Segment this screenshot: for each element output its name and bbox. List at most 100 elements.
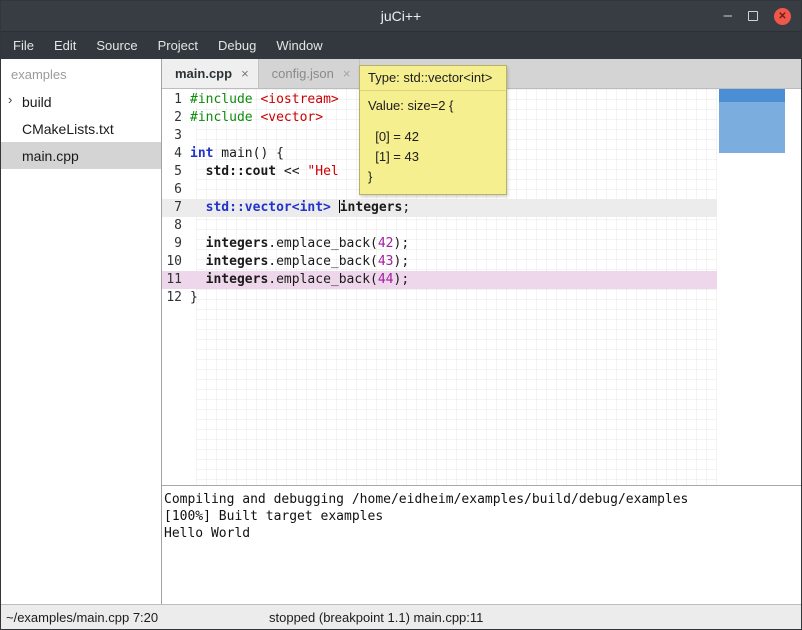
line-number[interactable]: 10 bbox=[162, 253, 190, 271]
code-text[interactable]: #include <iostream> bbox=[190, 91, 339, 109]
code-token: } bbox=[190, 290, 198, 305]
code-token: #include bbox=[190, 92, 260, 107]
code-token: .emplace_back( bbox=[268, 254, 378, 269]
menu-item-window[interactable]: Window bbox=[266, 32, 332, 60]
tab-label: main.cpp bbox=[175, 66, 232, 81]
tree-item-cmakelists.txt[interactable]: CMakeLists.txt bbox=[1, 115, 161, 142]
code-token bbox=[190, 236, 206, 251]
chevron-right-icon[interactable]: › bbox=[8, 92, 12, 107]
code-token: .emplace_back( bbox=[268, 236, 378, 251]
overview-viewport-band bbox=[719, 89, 785, 102]
code-token: <vector> bbox=[260, 110, 323, 125]
code-token bbox=[190, 254, 206, 269]
code-token: ); bbox=[394, 236, 410, 251]
code-token: ; bbox=[402, 200, 410, 215]
code-line[interactable]: 9 integers.emplace_back(42); bbox=[162, 235, 717, 253]
line-number[interactable]: 5 bbox=[162, 163, 190, 181]
tooltip-value-line: Value: size=2 { bbox=[368, 96, 498, 116]
code-text[interactable]: integers.emplace_back(44); bbox=[190, 271, 409, 289]
project-name: examples bbox=[1, 59, 161, 88]
line-number[interactable]: 8 bbox=[162, 217, 190, 235]
tab-label: config.json bbox=[272, 66, 334, 81]
code-token: .emplace_back( bbox=[268, 272, 378, 287]
line-number[interactable]: 12 bbox=[162, 289, 190, 307]
code-token: integers bbox=[206, 272, 269, 287]
code-line[interactable]: 11 integers.emplace_back(44); bbox=[162, 271, 717, 289]
code-line[interactable]: 8 bbox=[162, 217, 717, 235]
code-text[interactable]: integers.emplace_back(42); bbox=[190, 235, 409, 253]
file-tree-panel: examples › build CMakeLists.txt main.cpp bbox=[1, 59, 162, 604]
menu-item-edit[interactable]: Edit bbox=[44, 32, 86, 60]
debug-value-tooltip: Type: std::vector<int> Value: size=2 { [… bbox=[359, 65, 507, 195]
menu-item-project[interactable]: Project bbox=[148, 32, 208, 60]
code-token: "Hel bbox=[307, 164, 338, 179]
terminal-line: [100%] Built target examples bbox=[164, 508, 799, 525]
status-file-position: ~/examples/main.cpp 7:20 bbox=[6, 610, 158, 625]
code-text[interactable]: int main() { bbox=[190, 145, 284, 163]
line-number[interactable]: 3 bbox=[162, 127, 190, 145]
line-number[interactable]: 4 bbox=[162, 145, 190, 163]
tree-item-build[interactable]: › build bbox=[1, 88, 161, 115]
window-title: juCi++ bbox=[381, 8, 421, 24]
code-text[interactable]: integers.emplace_back(43); bbox=[190, 253, 409, 271]
tab-close-icon[interactable]: × bbox=[343, 66, 351, 81]
menu-item-source[interactable]: Source bbox=[86, 32, 147, 60]
tooltip-value-line: } bbox=[368, 167, 498, 187]
code-token: 42 bbox=[378, 236, 394, 251]
title-bar: juCi++ – ✕ bbox=[1, 1, 801, 31]
code-token: int bbox=[190, 146, 213, 161]
tab-main.cpp[interactable]: main.cpp × bbox=[162, 59, 259, 88]
code-text[interactable]: } bbox=[190, 289, 198, 307]
window-controls: – ✕ bbox=[724, 1, 791, 31]
source-overview[interactable] bbox=[717, 89, 801, 485]
code-text[interactable]: #include <vector> bbox=[190, 109, 323, 127]
code-token: <iostream> bbox=[260, 92, 338, 107]
code-token: << bbox=[276, 164, 307, 179]
output-terminal[interactable]: Compiling and debugging /home/eidheim/ex… bbox=[162, 488, 801, 606]
line-number[interactable]: 9 bbox=[162, 235, 190, 253]
tab-close-icon[interactable]: × bbox=[241, 66, 249, 81]
minimize-button[interactable]: – bbox=[724, 1, 732, 31]
tooltip-value-line: [1] = 43 bbox=[368, 147, 498, 167]
code-token: 43 bbox=[378, 254, 394, 269]
tree-item-label: CMakeLists.txt bbox=[22, 121, 114, 137]
app-window: juCi++ – ✕ FileEditSourceProjectDebugWin… bbox=[0, 0, 802, 630]
tooltip-value-lines: Value: size=2 { [0] = 42 [1] = 43} bbox=[360, 91, 506, 194]
menu-item-file[interactable]: File bbox=[3, 32, 44, 60]
file-tree: › build CMakeLists.txt main.cpp bbox=[1, 88, 161, 169]
code-token: std::vector<int> bbox=[206, 200, 331, 215]
code-token bbox=[190, 200, 206, 215]
code-token: #include bbox=[190, 110, 260, 125]
code-token: integers bbox=[206, 236, 269, 251]
code-token: ); bbox=[394, 254, 410, 269]
code-line[interactable]: 7 std::vector<int> integers; bbox=[162, 199, 717, 217]
maximize-button[interactable] bbox=[748, 11, 758, 21]
code-token: integers bbox=[340, 200, 403, 215]
tab-config.json[interactable]: config.json × bbox=[259, 59, 361, 88]
line-number[interactable]: 11 bbox=[162, 271, 190, 289]
status-debug-state: stopped (breakpoint 1.1) main.cpp:11 bbox=[269, 610, 483, 625]
menu-item-debug[interactable]: Debug bbox=[208, 32, 266, 60]
tree-item-main.cpp[interactable]: main.cpp bbox=[1, 142, 161, 169]
line-number[interactable]: 7 bbox=[162, 199, 190, 217]
code-token: std::cout bbox=[206, 164, 276, 179]
tree-item-label: build bbox=[22, 94, 52, 110]
terminal-line: Hello World bbox=[164, 525, 799, 542]
line-number[interactable]: 2 bbox=[162, 109, 190, 127]
code-token: main() { bbox=[213, 146, 283, 161]
code-token bbox=[190, 272, 206, 287]
code-line[interactable]: 10 integers.emplace_back(43); bbox=[162, 253, 717, 271]
code-token: integers bbox=[206, 254, 269, 269]
code-line[interactable]: 12} bbox=[162, 289, 717, 307]
code-text[interactable]: std::cout << "Hel bbox=[190, 163, 339, 181]
code-text[interactable]: std::vector<int> integers; bbox=[190, 199, 410, 217]
status-bar: ~/examples/main.cpp 7:20 stopped (breakp… bbox=[1, 604, 801, 629]
line-number[interactable]: 1 bbox=[162, 91, 190, 109]
code-token bbox=[190, 164, 206, 179]
code-token: ); bbox=[394, 272, 410, 287]
line-number[interactable]: 6 bbox=[162, 181, 190, 199]
tree-item-label: main.cpp bbox=[22, 148, 79, 164]
tooltip-type-line: Type: std::vector<int> bbox=[360, 66, 506, 91]
close-button[interactable]: ✕ bbox=[774, 8, 791, 25]
menubar: FileEditSourceProjectDebugWindow bbox=[1, 31, 801, 59]
